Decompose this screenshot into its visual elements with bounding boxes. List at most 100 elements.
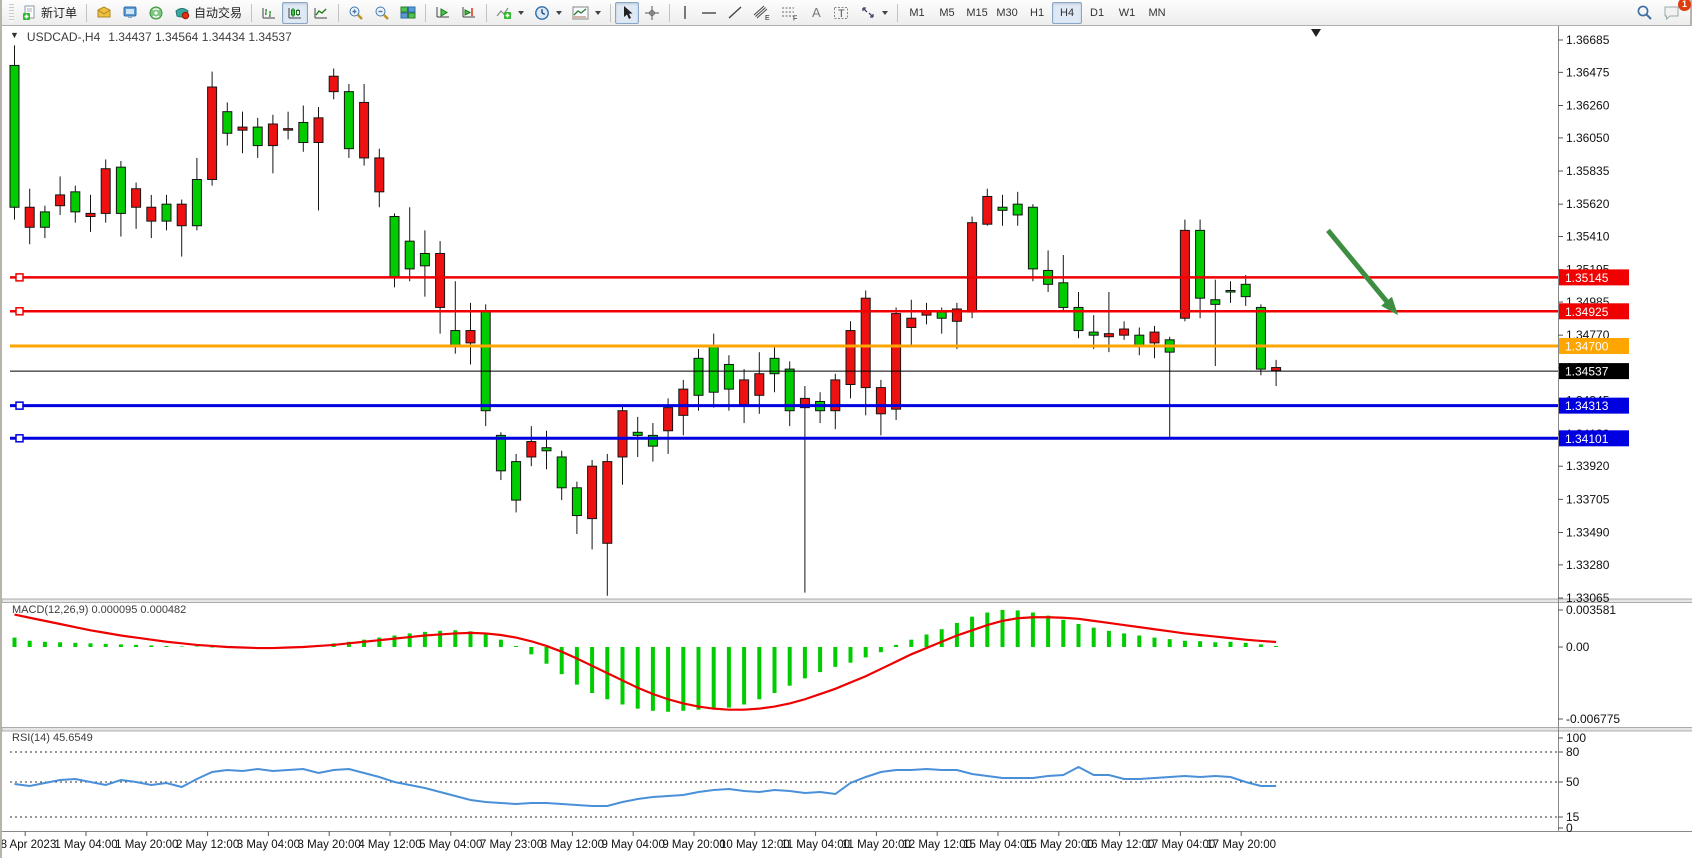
vertical-line-button[interactable] [674,2,696,24]
templates-button[interactable] [567,2,606,24]
zoom-out-button[interactable] [369,2,395,24]
chart-candles-button[interactable] [282,2,308,24]
price-tick-label: 1.35620 [1566,197,1610,211]
line-drag-handle[interactable] [16,308,23,315]
zoom-out-icon [374,5,390,21]
time-axis-label: 16 May 12:00 [1085,839,1155,851]
chart-line-button[interactable] [308,2,334,24]
candle-up [694,358,703,395]
candle-up [496,435,505,470]
candle-down [1120,329,1129,335]
timeframe-button-W1[interactable]: W1 [1112,2,1142,24]
timeframe-button-D1[interactable]: D1 [1082,2,1112,24]
tile-windows-button[interactable] [395,2,421,24]
new-order-button[interactable]: 新订单 [17,2,82,24]
crosshair-button[interactable] [639,2,665,24]
timeframe-button-H1[interactable]: H1 [1022,2,1052,24]
text-button[interactable]: A [804,2,828,24]
time-axis-label: 7 May 23:00 [480,839,543,851]
channel-icon: E [753,5,771,21]
candle-up [512,462,521,501]
signals-button[interactable] [143,2,169,24]
price-tick-label: 1.35835 [1566,164,1610,178]
auto-scroll-button[interactable] [430,2,456,24]
chart-shift-button[interactable] [456,2,482,24]
rsi-panel-splitter[interactable] [2,728,1692,732]
zoom-in-button[interactable] [343,2,369,24]
chart-background [2,26,1692,858]
line-drag-handle[interactable] [16,274,23,281]
search-icon [1636,4,1653,21]
time-axis-label: 17 May 20:00 [1206,839,1276,851]
timeframe-button-M15[interactable]: M15 [962,2,992,24]
candle-up [405,241,414,269]
candle-up [40,212,49,227]
candle-up [420,253,429,265]
cursor-button[interactable] [615,2,639,24]
candle-up [1226,290,1235,292]
text-label-button[interactable]: T [828,2,855,24]
chart-shift-icon [461,5,477,20]
macd-indicator-label: MACD(12,26,9) 0.000095 0.000482 [12,604,186,616]
price-tick-label: 1.36050 [1566,131,1610,145]
line-drag-handle[interactable] [16,402,23,409]
price-tick-label: 1.35410 [1566,230,1610,244]
chart-bars-button[interactable] [256,2,282,24]
notification-badge[interactable]: 1 [1678,0,1691,11]
mailbox-button[interactable] [91,2,117,24]
candle-down [314,118,323,143]
chart-title-row: ▼ USDCAD-,H4 1.34437 1.34564 1.34434 1.3… [10,30,292,44]
timeframe-button-M1[interactable]: M1 [902,2,932,24]
time-axis-label: 1 May 20:00 [115,839,178,851]
collapse-chart-icon[interactable]: ▼ [10,30,19,44]
time-axis-label: 12 May 12:00 [902,839,972,851]
timeframe-button-H4[interactable]: H4 [1052,2,1082,24]
time-axis-label: 9 May 20:00 [662,839,725,851]
virtual-hosting-button[interactable] [117,2,143,24]
equidistant-channel-button[interactable]: E [748,2,776,24]
horizontal-line-button[interactable] [696,2,722,24]
line-drag-handle[interactable] [16,435,23,442]
search-button[interactable] [1631,2,1658,24]
candle-down [618,411,627,457]
svg-text:T: T [838,8,845,20]
rsi-axis-label: 100 [1566,731,1586,745]
candle-down [755,374,764,396]
candle-down [907,318,916,327]
trendline-button[interactable] [722,2,748,24]
time-axis-label: 2 May 12:00 [176,839,239,851]
periods-button[interactable] [529,2,567,24]
macd-panel-splitter[interactable] [2,599,1692,603]
timeframe-button-M5[interactable]: M5 [932,2,962,24]
fibonacci-button[interactable]: F [776,2,804,24]
indicators-button[interactable] [491,2,529,24]
terminal-window: 新订单 自动交易 E F A T [0,0,1692,858]
clock-icon [534,5,550,21]
candle-down [101,169,110,214]
time-axis-label: 4 May 12:00 [358,839,421,851]
auto-trading-button[interactable]: 自动交易 [169,2,247,24]
candle-down [876,388,885,414]
candle-down [603,462,612,544]
candle-down [664,408,673,431]
candle-down [25,207,34,227]
timeframe-button-MN[interactable]: MN [1142,2,1172,24]
candle-down [329,76,338,91]
candle-down [436,253,445,307]
vertical-line-icon [679,5,691,20]
macd-axis-label: -0.006775 [1566,712,1620,726]
arrows-tool-button[interactable] [855,2,893,24]
chart-title-ohlc: 1.34437 1.34564 1.34434 1.34537 [108,30,292,44]
time-axis-label: 15 May 20:00 [1024,839,1094,851]
candle-up [481,311,490,411]
bars-chart-icon [261,5,277,20]
candle-up [299,122,308,142]
price-tick-label: 1.33920 [1566,459,1610,473]
candle-down [1104,334,1113,337]
candle-down [983,196,992,224]
chart-canvas[interactable]: 1.366851.364751.362601.360501.358351.356… [2,0,1692,858]
candle-down [56,195,65,206]
svg-text:A: A [812,5,821,20]
toolbar-grip[interactable] [9,4,14,22]
timeframe-button-M30[interactable]: M30 [992,2,1022,24]
